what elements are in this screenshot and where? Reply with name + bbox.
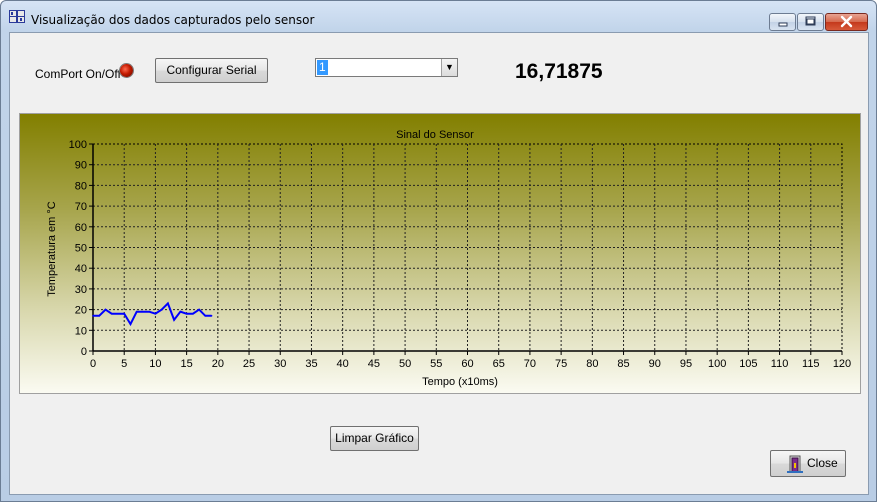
x-tick-label: 55 — [430, 358, 442, 370]
close-icon — [840, 15, 853, 28]
door-exit-icon — [787, 455, 803, 473]
data-point — [92, 315, 94, 317]
y-tick-label: 30 — [75, 284, 87, 296]
data-point — [123, 312, 126, 315]
sensor-chart: Sinal do Sensor Temperatura em °C Tempo … — [46, 129, 851, 388]
maximize-button[interactable] — [797, 13, 824, 31]
x-tick-label: 110 — [771, 358, 789, 370]
x-tick-label: 65 — [493, 358, 505, 370]
y-tick-label: 100 — [69, 139, 87, 151]
clear-chart-button[interactable]: Limpar Gráfico — [330, 426, 419, 451]
y-tick-label: 40 — [75, 263, 87, 275]
chevron-down-icon[interactable]: ▼ — [441, 59, 457, 76]
comport-status-led-icon[interactable] — [120, 64, 133, 77]
data-point — [210, 315, 213, 317]
y-tick-label: 20 — [75, 305, 87, 317]
x-tick-label: 35 — [305, 358, 317, 370]
chart-title: Sinal do Sensor — [396, 129, 474, 141]
x-tick-label: 105 — [739, 358, 757, 370]
x-tick-label: 85 — [617, 358, 629, 370]
x-tick-label: 115 — [802, 358, 820, 370]
configure-serial-button[interactable]: Configurar Serial — [155, 58, 268, 83]
x-tick-label: 120 — [833, 358, 851, 370]
data-point — [192, 312, 194, 315]
data-point — [185, 312, 188, 315]
data-point — [135, 310, 138, 313]
data-point — [142, 310, 144, 313]
y-tick-label: 80 — [75, 180, 87, 192]
chart-panel: Sinal do Sensor Temperatura em °C Tempo … — [19, 113, 861, 394]
data-point — [154, 312, 157, 315]
x-tick-label: 30 — [274, 358, 286, 370]
data-point — [117, 312, 119, 315]
close-button-label: Close — [807, 456, 838, 470]
data-point — [204, 315, 207, 317]
x-tick-label: 60 — [461, 358, 473, 370]
close-button[interactable]: Close — [770, 450, 846, 477]
x-tick-label: 5 — [121, 358, 127, 370]
comport-label: ComPort On/Off — [35, 67, 121, 81]
x-tick-label: 90 — [649, 358, 661, 370]
y-axis-label: Temperatura em °C — [46, 201, 58, 297]
y-tick-label: 0 — [81, 346, 87, 358]
data-point — [110, 312, 113, 315]
x-tick-label: 15 — [181, 358, 193, 370]
x-tick-label: 70 — [524, 358, 536, 370]
port-select[interactable]: 1 ▼ — [315, 58, 458, 77]
data-point — [160, 308, 163, 311]
data-point — [179, 310, 182, 313]
minimize-button[interactable] — [769, 13, 796, 31]
data-point — [173, 319, 175, 321]
x-tick-label: 0 — [90, 358, 96, 370]
y-tick-label: 50 — [75, 243, 87, 255]
window-title: Visualização dos dados capturados pelo s… — [31, 13, 315, 27]
data-point — [98, 315, 101, 317]
x-tick-label: 20 — [212, 358, 224, 370]
data-point — [167, 302, 169, 305]
title-bar[interactable]: Visualização dos dados capturados pelo s… — [1, 1, 876, 31]
x-tick-label: 10 — [149, 358, 161, 370]
y-tick-label: 10 — [75, 325, 87, 337]
data-point — [148, 310, 150, 313]
x-tick-label: 75 — [555, 358, 567, 370]
x-tick-label: 80 — [586, 358, 598, 370]
minimize-icon — [778, 22, 788, 27]
port-select-value: 1 — [317, 60, 328, 75]
sensor-reading: 16,71875 — [515, 60, 603, 83]
y-tick-label: 90 — [75, 160, 87, 172]
x-tick-label: 40 — [337, 358, 349, 370]
main-window: Visualização dos dados capturados pelo s… — [0, 0, 877, 502]
x-tick-label: 45 — [368, 358, 380, 370]
app-icon — [9, 10, 25, 23]
x-tick-label: 95 — [680, 358, 692, 370]
client-area: ComPort On/Off Configurar Serial 1 ▼ 16,… — [9, 32, 869, 495]
x-tick-label: 100 — [708, 358, 726, 370]
series-line — [93, 301, 212, 327]
window-close-button[interactable] — [825, 13, 868, 31]
x-tick-label: 50 — [399, 358, 411, 370]
x-axis-label: Tempo (x10ms) — [422, 376, 498, 388]
maximize-icon — [805, 16, 816, 26]
y-tick-label: 60 — [75, 222, 87, 234]
data-point — [198, 308, 200, 311]
x-tick-label: 25 — [243, 358, 255, 370]
data-point — [104, 308, 107, 311]
data-point — [129, 323, 132, 325]
y-tick-label: 70 — [75, 201, 87, 213]
